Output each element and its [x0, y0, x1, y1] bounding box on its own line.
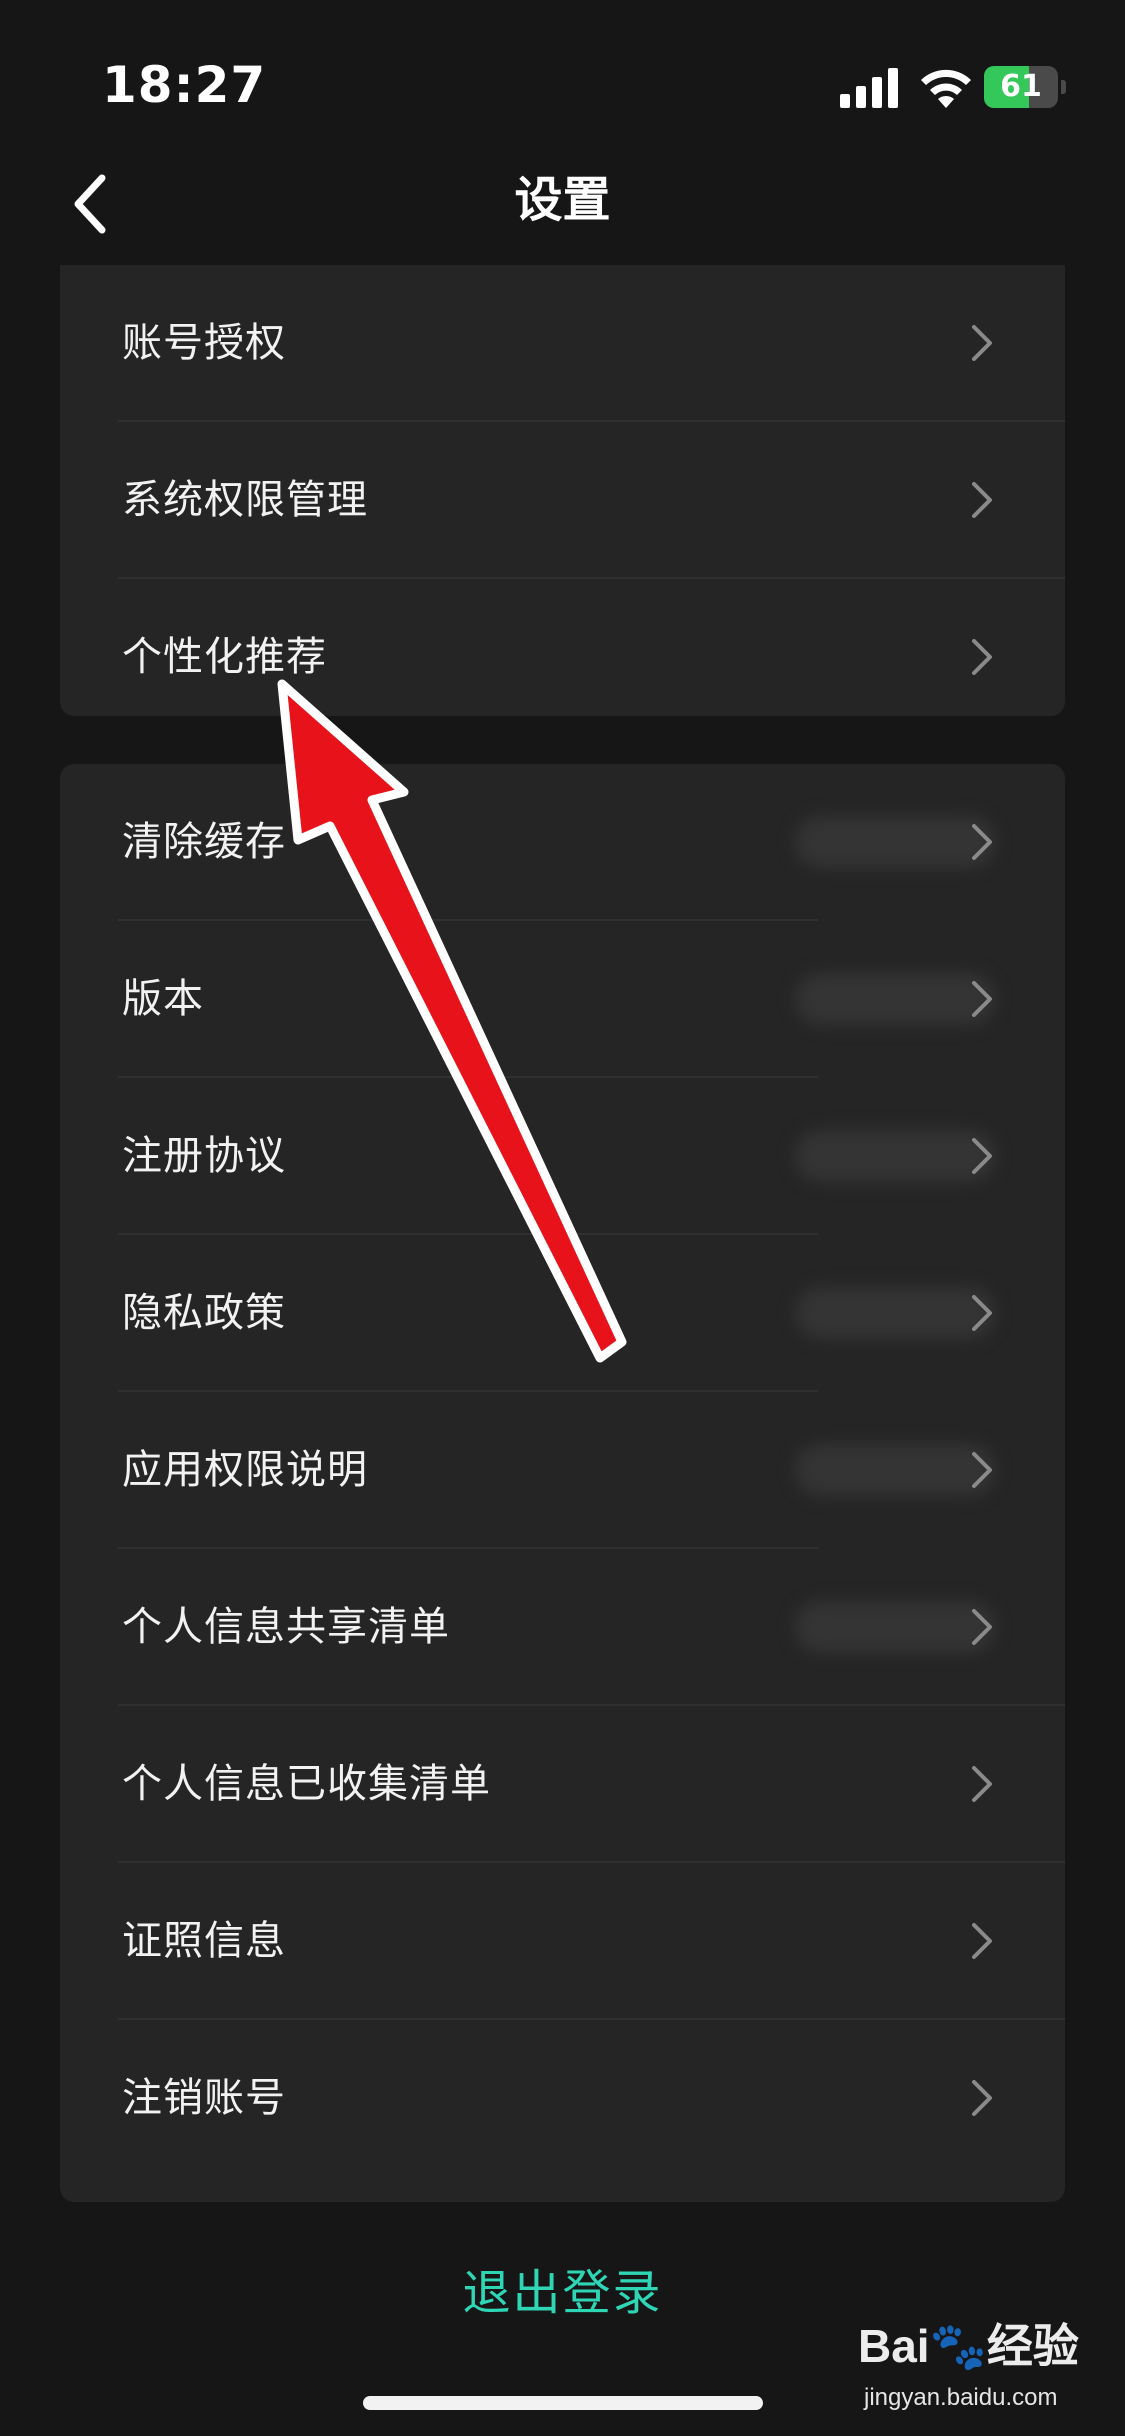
chevron-right-icon [972, 1295, 992, 1331]
settings-item-license-info[interactable]: 证照信息 [60, 1863, 1065, 2020]
status-time: 18:27 [102, 56, 267, 114]
settings-item-label: 个人信息共享清单 [122, 1604, 450, 1650]
settings-item-privacy-policy[interactable]: 隐私政策 [60, 1235, 1065, 1392]
chevron-right-icon [972, 325, 992, 361]
chevron-right-icon [972, 2080, 992, 2116]
chevron-right-icon [972, 639, 992, 675]
settings-item-personal-info-collected-list[interactable]: 个人信息已收集清单 [60, 1706, 1065, 1863]
settings-item-label: 隐私政策 [122, 1290, 286, 1336]
settings-group-general: 清除缓存 版本 注册协议 隐私政策 应用权限说明 个人信息共享清单 个人信息已收… [60, 764, 1065, 2202]
settings-item-label: 应用权限说明 [122, 1447, 368, 1493]
settings-item-label: 注册协议 [122, 1133, 286, 1179]
settings-item-system-permissions[interactable]: 系统权限管理 [60, 422, 1065, 579]
watermark-url: jingyan.baidu.com [864, 2384, 1058, 2411]
page-title: 设置 [514, 172, 611, 228]
chevron-right-icon [972, 1138, 992, 1174]
home-indicator[interactable] [363, 2396, 763, 2410]
settings-item-app-permissions-info[interactable]: 应用权限说明 [60, 1392, 1065, 1549]
chevron-right-icon [972, 1923, 992, 1959]
baidu-logo: Bai🐾经验 [858, 2320, 1079, 2372]
chevron-right-icon [972, 1766, 992, 1802]
settings-item-label: 个人信息已收集清单 [122, 1761, 491, 1807]
status-bar: 18:27 61 [0, 0, 1125, 170]
battery-percentage: 61 [1000, 69, 1042, 104]
navigation-bar: 设置 [0, 150, 1125, 260]
settings-item-account-authorization[interactable]: 账号授权 [60, 265, 1065, 422]
settings-item-version[interactable]: 版本 [60, 921, 1065, 1078]
wifi-icon [921, 69, 971, 108]
settings-item-personal-info-sharing-list[interactable]: 个人信息共享清单 [60, 1549, 1065, 1706]
settings-item-label: 系统权限管理 [122, 477, 368, 523]
settings-item-label: 版本 [122, 976, 204, 1022]
battery-icon: 61 [984, 66, 1066, 108]
chevron-right-icon [972, 1452, 992, 1488]
chevron-right-icon [972, 1609, 992, 1645]
settings-item-label: 清除缓存 [122, 819, 286, 865]
settings-item-registration-agreement[interactable]: 注册协议 [60, 1078, 1065, 1235]
baidu-jingyan-watermark: Bai🐾经验 jingyan.baidu.com [858, 2310, 1118, 2420]
chevron-right-icon [972, 824, 992, 860]
settings-item-label: 账号授权 [122, 320, 286, 366]
settings-item-label: 个性化推荐 [122, 634, 327, 680]
settings-item-label: 注销账号 [122, 2075, 286, 2121]
settings-group-account: 账号授权 系统权限管理 个性化推荐 [60, 265, 1065, 716]
settings-item-clear-cache[interactable]: 清除缓存 [60, 764, 1065, 921]
settings-item-personalized-recommendation[interactable]: 个性化推荐 [60, 579, 1065, 716]
chevron-right-icon [972, 482, 992, 518]
settings-item-delete-account[interactable]: 注销账号 [60, 2020, 1065, 2177]
cellular-signal-icon [840, 68, 898, 108]
chevron-right-icon [972, 981, 992, 1017]
settings-item-label: 证照信息 [122, 1918, 286, 1964]
